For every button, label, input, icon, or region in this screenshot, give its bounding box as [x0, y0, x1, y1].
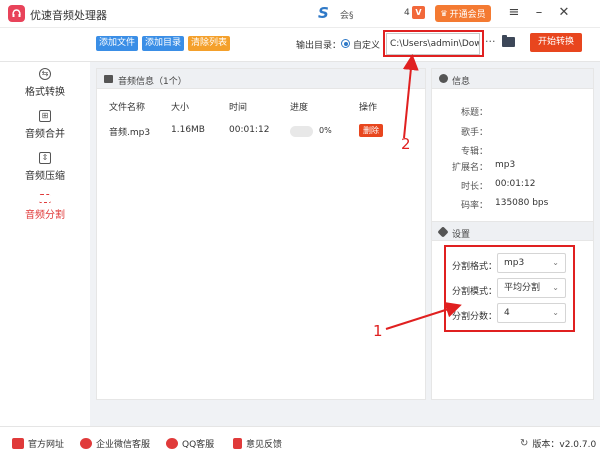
minimize-icon[interactable]: –: [531, 5, 547, 21]
website-icon: [12, 438, 24, 449]
sidebar-item-audio-compress[interactable]: ⇕ 音频压缩: [0, 152, 90, 192]
vip-count: 4: [404, 8, 410, 18]
custom-radio[interactable]: [341, 39, 350, 48]
sidebar: ⇆ 格式转换 ⊞ 音频合并 ⇕ 音频压缩 音频分割: [0, 62, 90, 426]
file-list-panel: 音频信息（1个） 文件名称 大小 时间 进度 操作 音频.mp3 1.16MB …: [96, 68, 426, 400]
start-convert-button[interactable]: 开始转换: [530, 33, 582, 52]
info-label-album: 专辑：: [460, 147, 488, 157]
sidebar-item-audio-merge[interactable]: ⊞ 音频合并: [0, 110, 90, 150]
hamburger-icon[interactable]: ≡: [506, 5, 522, 21]
more-options-button[interactable]: ···: [485, 35, 496, 48]
sidebar-item-label: 音频合并: [25, 129, 65, 140]
website-label: 官方网址: [28, 440, 65, 450]
info-value-extension: mp3: [495, 160, 516, 170]
info-label-duration: 时长：: [460, 182, 488, 192]
delete-button[interactable]: 删除: [359, 124, 383, 137]
info-value-bitrate: 135080 bps: [495, 198, 549, 208]
table-row-name: 音频.mp3: [109, 128, 151, 138]
qq-icon: [166, 438, 178, 449]
sidebar-item-label: 音频压缩: [25, 171, 65, 182]
file-list-title: 音频信息（1个）: [118, 77, 187, 87]
feedback-label: 意见反馈: [246, 440, 283, 450]
camera-icon: [439, 74, 448, 83]
output-dir-label: 输出目录：: [296, 41, 342, 51]
audio-merge-icon: ⊞: [39, 110, 51, 122]
sidebar-item-audio-split[interactable]: 音频分割: [0, 192, 90, 232]
format-convert-icon: ⇆: [39, 68, 51, 80]
title-bar: 优速音频处理器 S 会§ 4 V ♛ 开通会员 ≡ – ✕: [0, 0, 600, 28]
column-header-size: 大小: [171, 103, 190, 113]
image-icon: [104, 75, 113, 83]
table-row-size: 1.16MB: [171, 125, 205, 135]
custom-radio-label[interactable]: 自定义: [353, 38, 380, 51]
info-value-duration: 00:01:12: [495, 179, 536, 189]
info-title: 信息: [452, 77, 471, 87]
sidebar-item-label: 音频分割: [25, 210, 65, 221]
settings-title: 设置: [452, 230, 471, 240]
wechat-icon: [80, 438, 92, 449]
file-list-header: 音频信息（1个）: [97, 69, 425, 89]
column-header-time: 时间: [229, 103, 248, 113]
annotation-box-output-path: [383, 30, 484, 57]
qq-label: QQ客服: [182, 440, 215, 450]
version-info: ↻ 版本：v2.0.7.0: [520, 437, 596, 450]
version-label: 版本：v2.0.7.0: [532, 440, 597, 450]
progress-bar: [290, 126, 313, 137]
app-title: 优速音频处理器: [30, 9, 107, 22]
info-label-title: 标题：: [460, 108, 488, 118]
feedback-icon: [233, 438, 242, 449]
open-vip-label: 开通会员: [449, 10, 486, 20]
info-label-bitrate: 码率：: [460, 201, 488, 211]
user-logo-icon: S: [318, 4, 329, 22]
open-vip-button[interactable]: ♛ 开通会员: [435, 5, 491, 22]
add-file-button[interactable]: 添加文件: [96, 36, 138, 51]
column-header-action: 操作: [359, 103, 378, 113]
annotation-number-1: 1: [373, 322, 383, 340]
wechat-label: 企业微信客服: [96, 440, 151, 450]
settings-header: 设置: [432, 221, 593, 241]
close-icon[interactable]: ✕: [556, 5, 572, 21]
vip-badge: V: [412, 6, 425, 19]
crown-icon: ♛: [440, 9, 448, 18]
qq-service-link[interactable]: QQ客服: [166, 437, 214, 450]
audio-split-icon: [39, 194, 51, 203]
refresh-icon: ↻: [520, 438, 529, 449]
gear-icon: [437, 226, 449, 238]
wechat-service-link[interactable]: 企业微信客服: [80, 437, 150, 450]
sidebar-item-label: 格式转换: [25, 87, 65, 98]
info-header: 信息: [432, 69, 593, 89]
sidebar-item-format-convert[interactable]: ⇆ 格式转换: [0, 68, 90, 108]
folder-icon[interactable]: [502, 35, 515, 47]
footer: 官方网址 企业微信客服 QQ客服 意见反馈 ↻ 版本：v2.0.7.0: [0, 426, 600, 456]
column-header-progress: 进度: [290, 103, 309, 113]
column-header-name: 文件名称: [109, 103, 146, 113]
table-row-progress: 0%: [319, 126, 332, 135]
clear-list-button[interactable]: 清除列表: [188, 36, 230, 51]
app-logo-icon: [8, 5, 25, 22]
info-label-extension: 扩展名：: [451, 163, 488, 173]
right-panel: 信息 标题： 歌手： 专辑： 扩展名： mp3 时长： 00:01:12 码率：…: [431, 68, 594, 400]
info-label-artist: 歌手：: [460, 128, 488, 138]
annotation-box-settings: [444, 245, 575, 332]
user-name[interactable]: 会§: [340, 8, 354, 21]
website-link[interactable]: 官方网址: [12, 437, 64, 450]
audio-compress-icon: ⇕: [39, 152, 51, 164]
table-row-time: 00:01:12: [229, 125, 270, 135]
annotation-number-2: 2: [401, 135, 411, 153]
feedback-link[interactable]: 意见反馈: [233, 437, 282, 450]
add-folder-button[interactable]: 添加目录: [142, 36, 184, 51]
